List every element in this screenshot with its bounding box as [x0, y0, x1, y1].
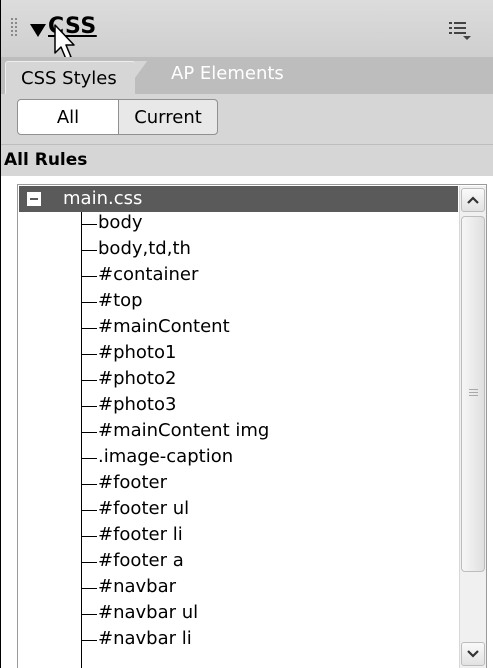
rules-tree: main.css body body,td,th #container #top… — [17, 184, 487, 668]
vertical-scrollbar[interactable] — [459, 186, 486, 668]
tab-css-styles-label: CSS Styles — [21, 68, 117, 89]
chevron-down-icon — [467, 650, 479, 658]
rules-heading-bar: All Rules — [1, 144, 493, 176]
all-rules-heading: All Rules — [4, 150, 88, 170]
collapse-arrow-icon[interactable] — [30, 24, 46, 37]
chevron-up-icon — [467, 196, 479, 204]
stylesheet-row[interactable]: main.css — [19, 186, 458, 212]
scroll-up-button[interactable] — [461, 188, 485, 212]
stylesheet-name: main.css — [63, 188, 143, 209]
thumb-grip-icon — [469, 389, 478, 397]
tree-connector-line — [81, 212, 82, 668]
tab-css-styles[interactable]: CSS Styles — [5, 61, 135, 94]
collapse-minus-icon[interactable] — [27, 192, 41, 206]
all-button[interactable]: All — [17, 99, 119, 135]
scroll-thumb[interactable] — [461, 216, 485, 572]
current-button[interactable]: Current — [118, 99, 218, 135]
options-menu-icon[interactable] — [449, 20, 471, 40]
mode-toggle-area: All Current — [1, 94, 493, 144]
panel-header: CSS — [1, 0, 493, 60]
tab-ap-elements[interactable]: AP Elements — [171, 63, 284, 84]
css-panel: CSS CSS Styles AP Elements All Current A… — [0, 0, 493, 668]
gripper-icon[interactable] — [11, 18, 19, 38]
scroll-down-button[interactable] — [461, 642, 485, 666]
